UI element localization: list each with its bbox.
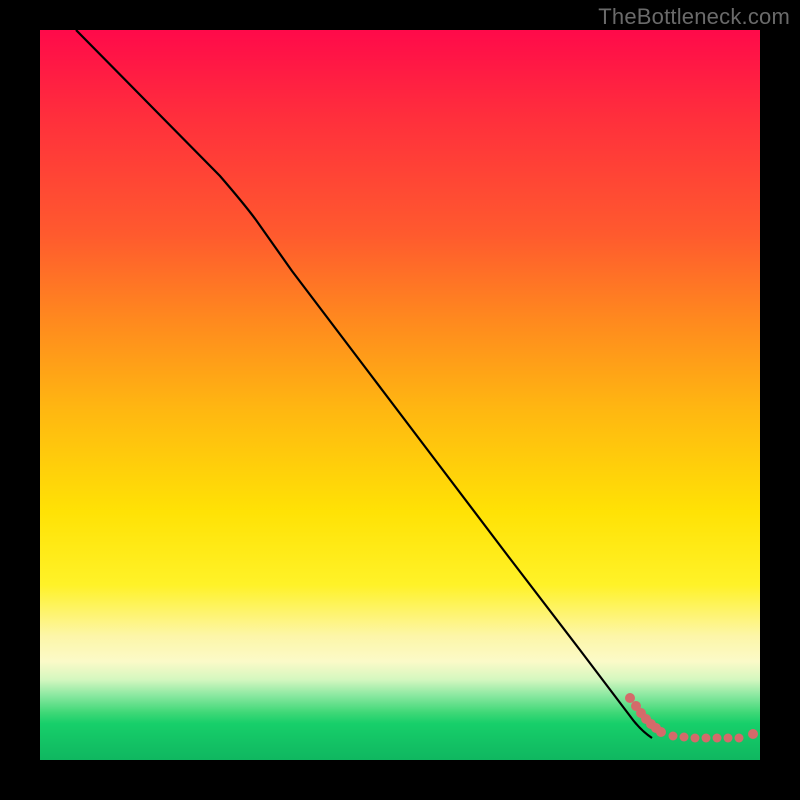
chart-frame: TheBottleneck.com: [0, 0, 800, 800]
plot-area: [40, 30, 760, 760]
plot-svg: [40, 30, 760, 760]
curve-line: [76, 30, 652, 738]
watermark-text: TheBottleneck.com: [598, 4, 790, 30]
tail-markers: [625, 693, 758, 743]
